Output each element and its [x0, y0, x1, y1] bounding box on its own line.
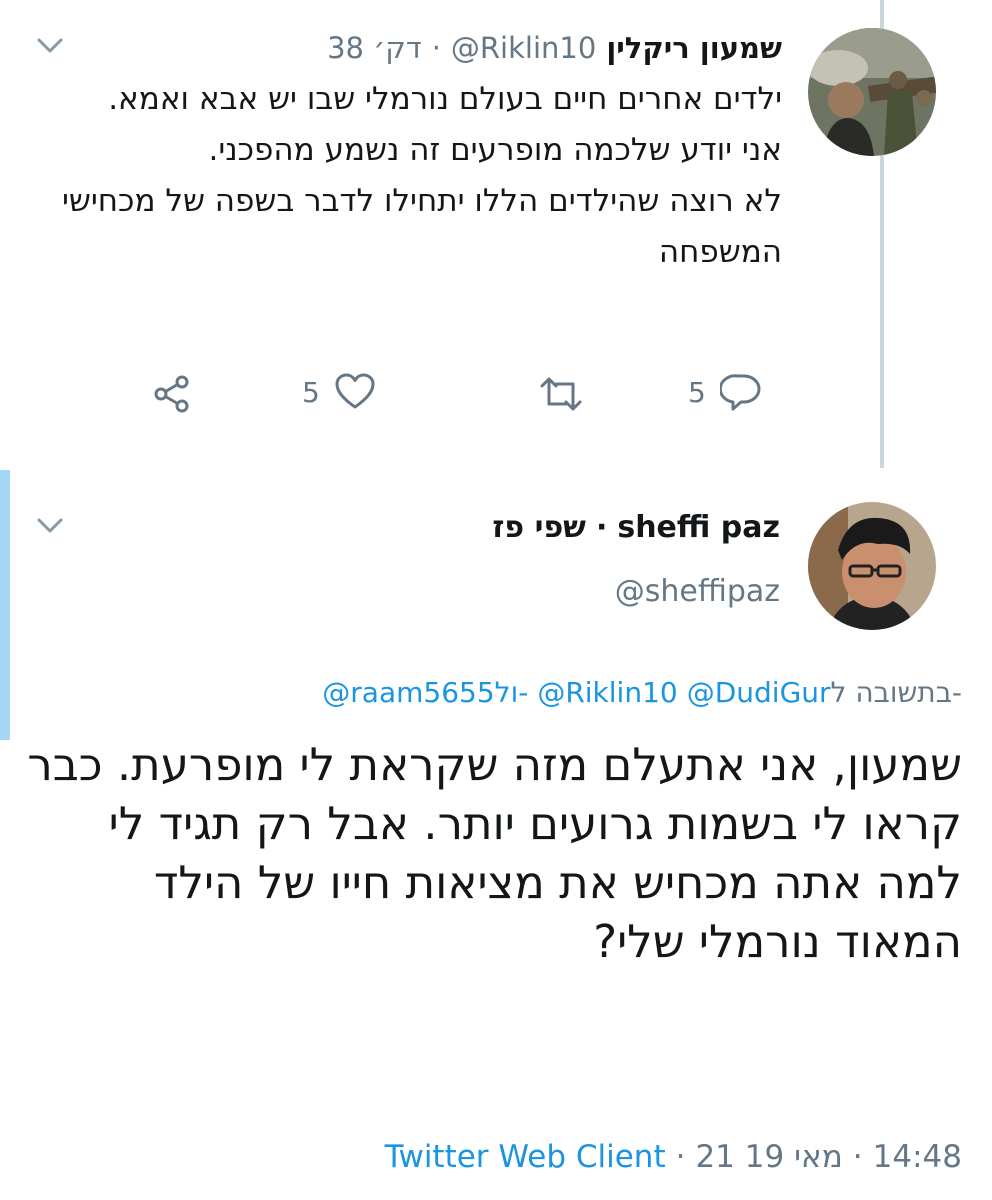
retweet-button[interactable]: [536, 374, 586, 414]
tweet-timestamp[interactable]: 38 דק׳: [327, 31, 422, 65]
display-name-latin[interactable]: sheffi paz: [617, 510, 780, 545]
avatar[interactable]: [808, 502, 936, 630]
chevron-down-icon[interactable]: [36, 516, 64, 536]
separator-dot: ·: [852, 1139, 863, 1175]
separator-dot: ·: [595, 509, 608, 545]
tweet-text-line: ילדים אחרים חיים בעולם נורמלי שבו יש אבא…: [108, 81, 782, 117]
author-handle[interactable]: @Riklin10: [451, 31, 596, 65]
heart-icon: [334, 372, 376, 412]
chevron-down-icon[interactable]: [36, 36, 64, 56]
tweet-metadata: 14:48 · 21 מאי 19 · Twitter Web Client: [385, 1132, 962, 1182]
separator-dot: ·: [675, 1139, 686, 1175]
reply-icon: [719, 372, 762, 412]
tweet-text-line: לא רוצה שהילדים הללו יתחילו לדבר בשפה של…: [61, 183, 782, 270]
avatar[interactable]: [808, 28, 936, 156]
tweet-text: שמעון, אני אתעלם מזה שקראת לי מופרעת. כב…: [27, 738, 962, 968]
separator-dot: ·: [431, 31, 441, 65]
like-button[interactable]: 5: [302, 372, 376, 412]
display-name[interactable]: sheffi paz · שפי פז: [492, 505, 780, 549]
tweet-date[interactable]: 21 מאי 19: [695, 1139, 842, 1175]
tweet-actions: 5 5: [0, 368, 992, 420]
mention-link[interactable]: @Riklin10: [537, 676, 677, 709]
tweet-text: ילדים אחרים חיים בעולם נורמלי שבו יש אבא…: [22, 74, 782, 278]
display-name-hebrew[interactable]: שפי פז: [492, 510, 586, 545]
share-button[interactable]: [152, 374, 192, 414]
author-name[interactable]: שמעון ריקלין: [606, 31, 782, 65]
reply-button[interactable]: 5: [688, 372, 762, 412]
mention-and-label: ול-: [494, 675, 529, 709]
author-handle[interactable]: @sheffipaz: [615, 574, 780, 609]
share-icon: [152, 374, 192, 414]
replying-to-label: בתשובה ל-: [830, 675, 962, 709]
retweet-icon: [536, 374, 586, 414]
replying-to: בתשובה ל- @DudiGur @Riklin10 ול- @raam56…: [322, 668, 962, 716]
mention-link[interactable]: @DudiGur: [687, 676, 831, 709]
reply-count: 5: [688, 375, 706, 409]
tweet-text-line: אני יודע שלכמה מופרעים זה נשמע מהפכני.: [208, 132, 782, 168]
tweet-time[interactable]: 14:48: [873, 1139, 962, 1175]
mention-link[interactable]: @raam5655: [322, 676, 494, 709]
client-link[interactable]: Twitter Web Client: [385, 1139, 666, 1175]
like-count: 5: [302, 375, 320, 409]
focused-tweet-indicator: [0, 470, 10, 740]
